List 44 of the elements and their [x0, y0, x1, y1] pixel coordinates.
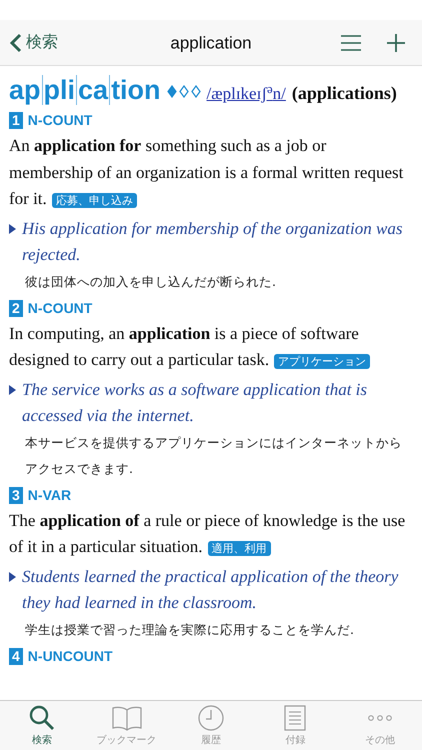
filled-diamond-icon [166, 85, 177, 98]
tab-item[interactable]: ブックマーク [84, 701, 169, 750]
back-chevron-icon [10, 32, 22, 52]
back-button[interactable]: 検索 [0, 30, 58, 54]
example-sentence: Students learned the practical application of the theory they had learned in the classroom. [22, 566, 400, 614]
sense-number: 4 [9, 648, 23, 664]
more-icon [366, 715, 393, 721]
definition-text: In computing, an application is a piece of software designed to carry out a particular task. アプリケーション [9, 320, 414, 376]
grammar-label: N-VAR [28, 486, 72, 504]
tab-item[interactable]: 付録 [253, 701, 338, 750]
tab-item[interactable]: 検索 [0, 701, 84, 750]
open-book-icon [112, 705, 142, 731]
document-icon [284, 705, 306, 731]
outline-diamond-icon [178, 85, 189, 98]
grammar-label: N-COUNT [28, 298, 92, 318]
menu-icon[interactable] [340, 34, 362, 50]
grammar-label: N-COUNT [28, 111, 92, 130]
example-translation: 本サービスを提供するアプリケーションにはインターネットからアクセスできます. [25, 434, 403, 478]
nav-title: application [170, 32, 252, 54]
search-icon [29, 705, 56, 731]
translation-tag: アプリケーション [274, 354, 370, 369]
sense-number: 1 [9, 112, 23, 129]
definition-text: An application for something such as a job or membership of an organization is a formal written request for it. 応募、申し込み [9, 135, 404, 210]
bullet-icon [9, 572, 16, 582]
clock-icon [198, 705, 224, 731]
add-icon[interactable] [386, 32, 406, 52]
tab-item[interactable]: 履歴 [168, 701, 254, 750]
outline-diamond-icon [190, 85, 201, 98]
tab-item[interactable]: その他 [338, 701, 422, 750]
definition-text: The application of a rule or piece of knowledge is the use of it in a particular situation. 適用、利用 [9, 510, 406, 558]
example-sentence: His application for membership of the organization was rejected. [22, 218, 404, 266]
grammar-label: N-UNCOUNT [28, 646, 113, 666]
example-sentence: The service works as a software application that is accessed via the internet. [22, 378, 368, 427]
example-translation: 学生は授業で習った理論を実際に応用することを学んだ. [25, 620, 355, 638]
translation-tag: 適用、利用 [208, 541, 271, 556]
pronunciation: /æplɪkeɪʃ$^{ə}$n/ [206, 81, 286, 105]
plural-form: (applications) [292, 82, 397, 105]
bullet-icon [9, 224, 16, 234]
translation-tag: 応募、申し込み [52, 193, 137, 208]
bullet-icon [9, 384, 16, 394]
sense-number: 3 [9, 486, 23, 504]
sense-number: 2 [9, 300, 23, 316]
example-translation: 彼は団体への加入を申し込んだが断られた. [25, 272, 277, 290]
headword: ap pli cation [9, 76, 161, 106]
